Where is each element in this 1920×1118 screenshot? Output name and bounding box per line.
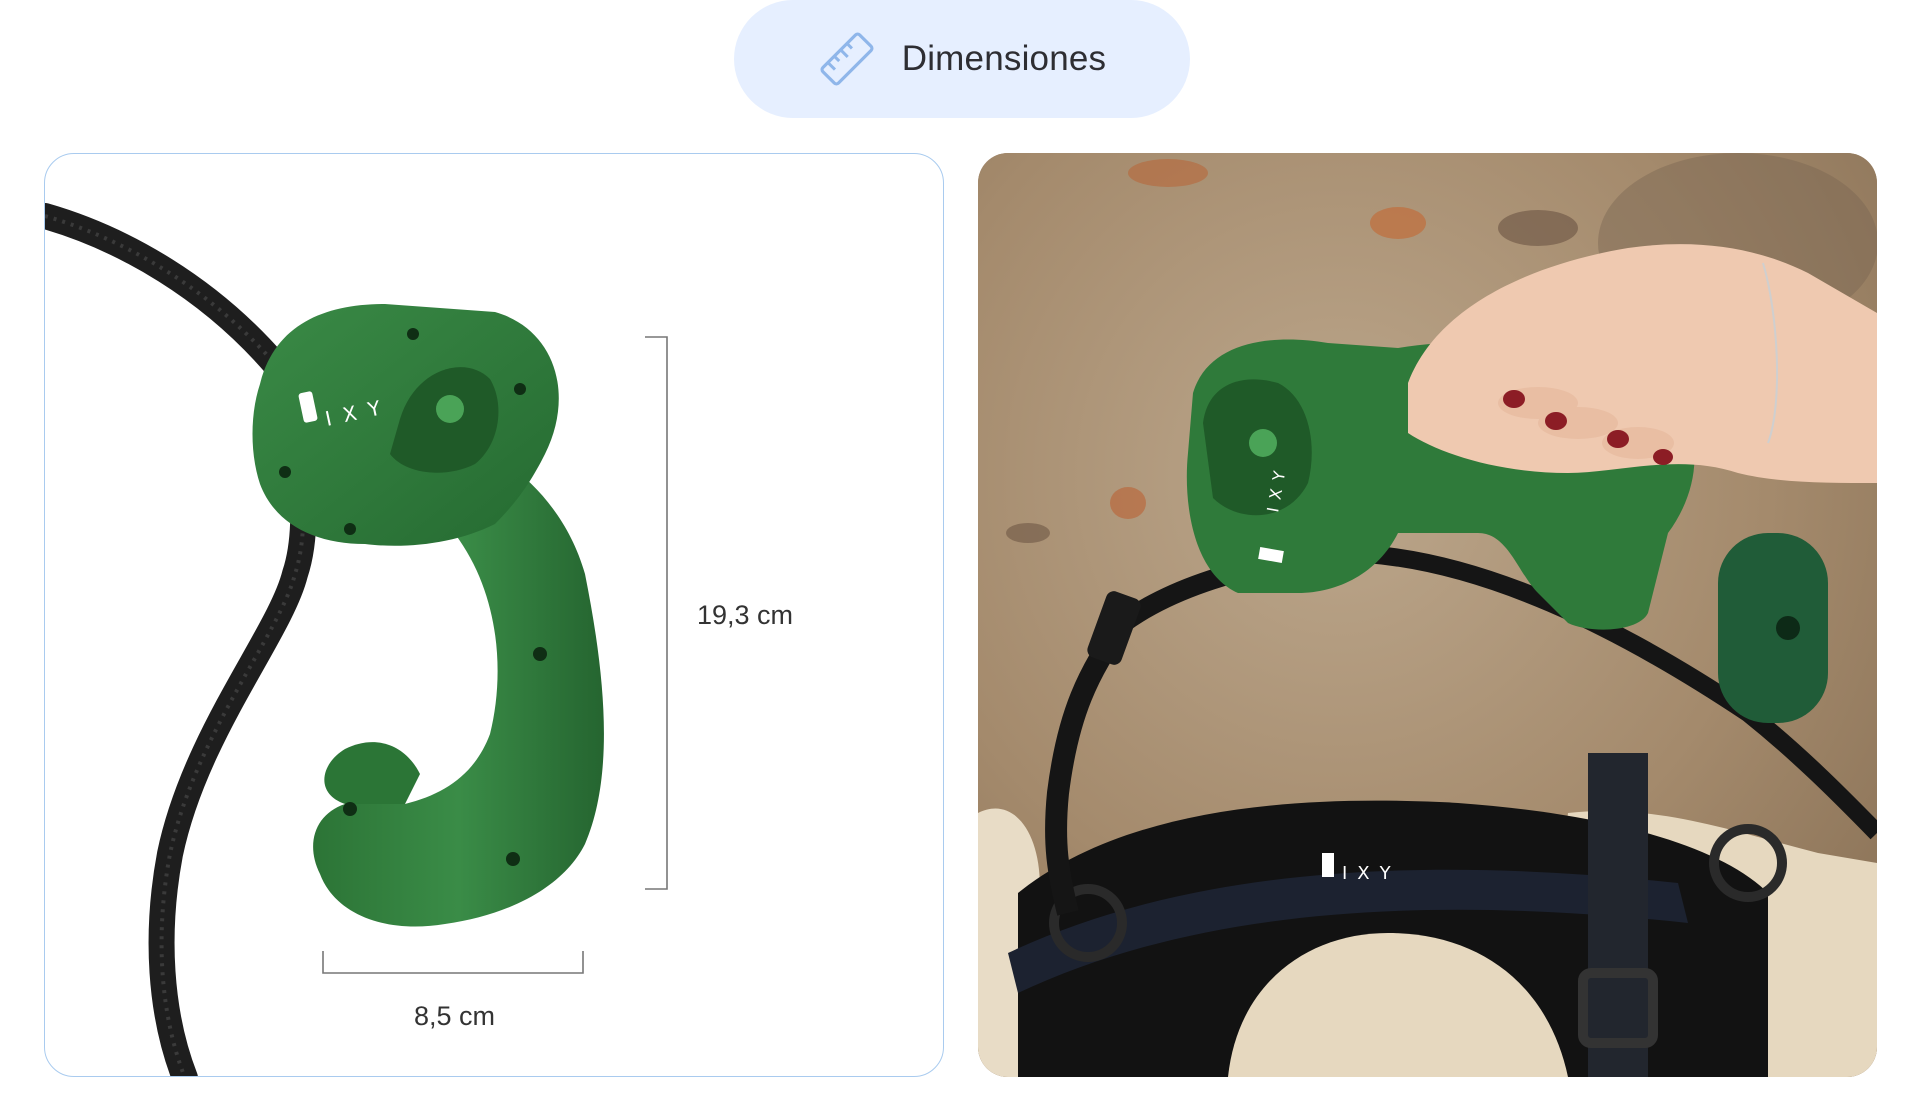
svg-text:IXY: IXY	[1342, 863, 1401, 884]
tab-dimensiones[interactable]: Dimensiones	[734, 0, 1190, 118]
tab-label: Dimensiones	[901, 39, 1107, 78]
ruler-icon	[818, 30, 876, 88]
product-dimensions-image: IXY	[44, 153, 944, 1077]
dimension-width-label: 8,5 cm	[414, 1001, 496, 1031]
lifestyle-photo: IXY IXY	[978, 153, 1877, 1077]
dimension-height-label: 19,3 cm	[697, 600, 794, 630]
